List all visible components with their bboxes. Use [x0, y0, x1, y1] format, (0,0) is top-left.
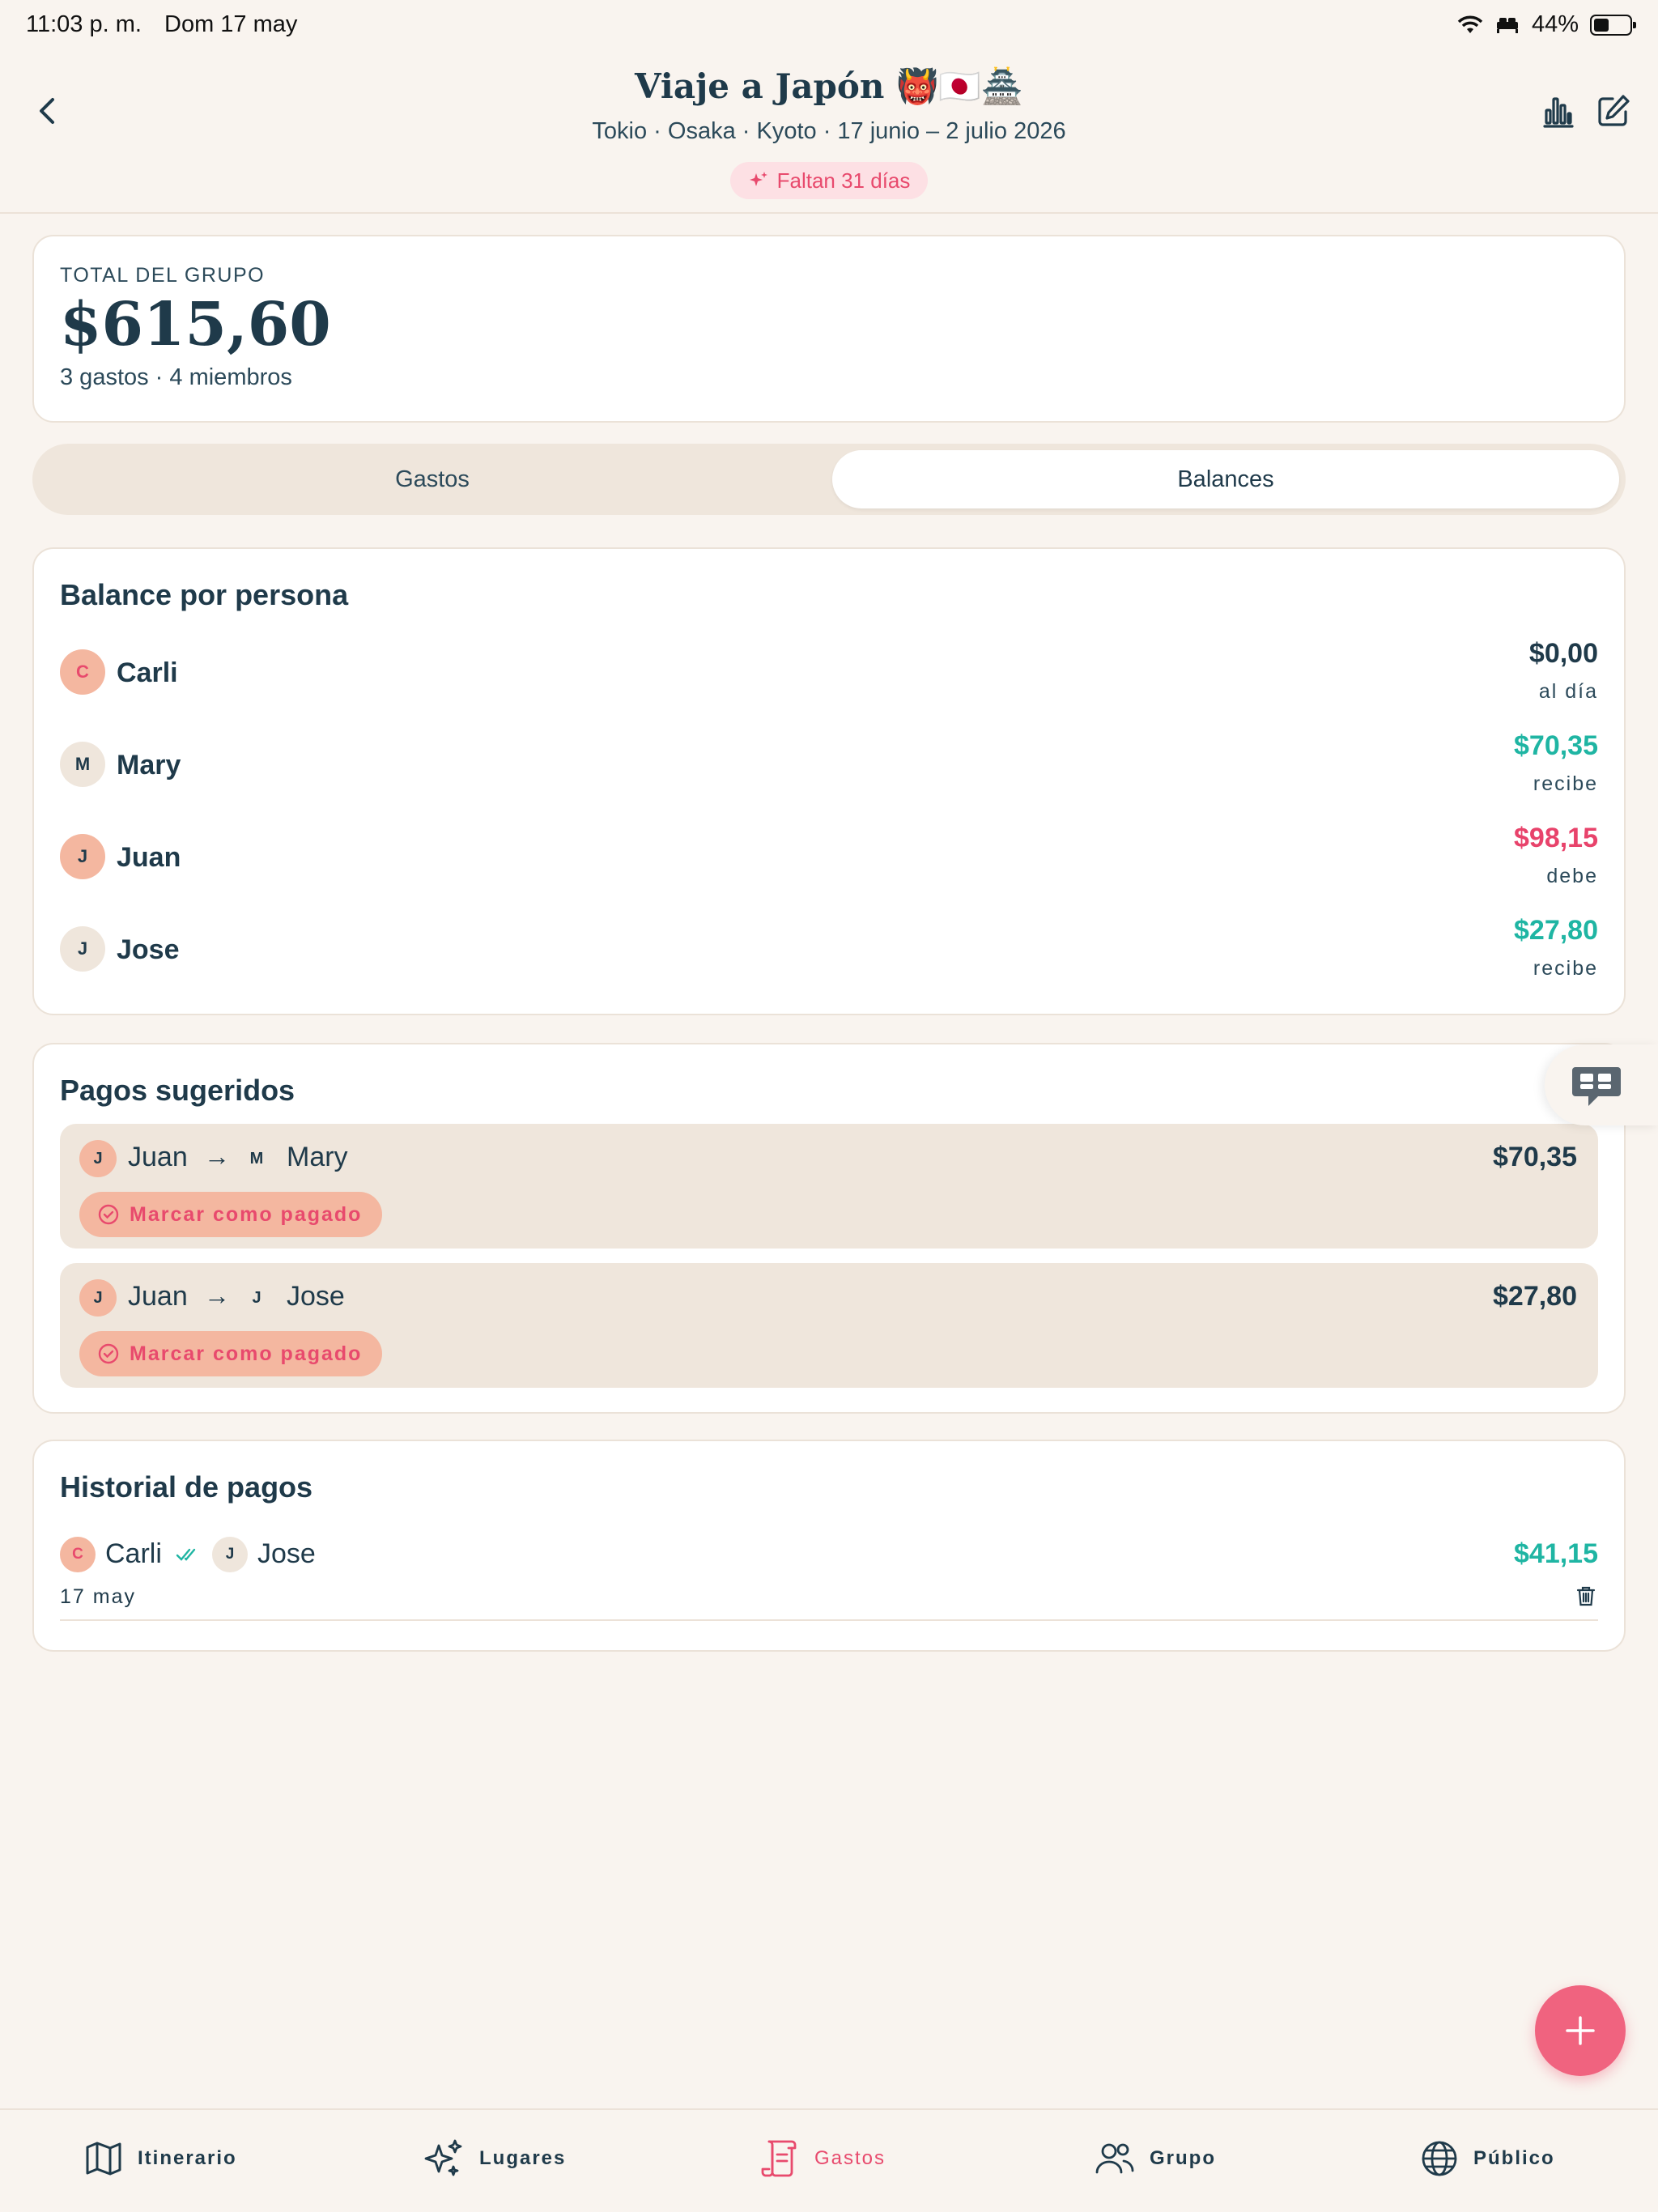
history-amount: $41,15 [1514, 1538, 1598, 1569]
trip-title: Viaje a Japón 👹🇯🇵🏯 [635, 66, 1023, 106]
avatar: J [79, 1140, 117, 1177]
member-name: Juan [117, 842, 181, 873]
balance-row: M Mary $70,35 recibe [60, 730, 1598, 803]
tab-label: Público [1473, 2147, 1555, 2169]
avatar: J [252, 1288, 261, 1307]
globe-icon [1422, 2141, 1457, 2176]
map-icon [86, 2142, 121, 2176]
tab-gastos[interactable]: Gastos [39, 450, 826, 508]
avatar: J [60, 834, 105, 879]
history-title: Historial de pagos [60, 1470, 313, 1504]
mark-paid-button[interactable]: Marcar como pagado [79, 1331, 382, 1376]
suggested-payment: J Juan → M Mary $70,35 Marcar como pagad… [60, 1124, 1598, 1249]
tab-label: Itinerario [138, 2147, 237, 2169]
avatar: M [60, 742, 105, 787]
battery-percent: 44% [1531, 11, 1579, 37]
view-segmented-control: Gastos Balances [32, 444, 1626, 515]
balance-row: J Juan $98,15 debe [60, 823, 1598, 895]
history-date: 17 may [60, 1585, 136, 1608]
tab-label: Gastos [814, 2147, 886, 2169]
double-check-icon [176, 1548, 196, 1561]
member-name: Mary [117, 750, 181, 781]
tab-label: Grupo [1150, 2147, 1216, 2169]
edit-icon[interactable] [1595, 92, 1632, 130]
balance-state: debe [1546, 865, 1598, 887]
mark-paid-button[interactable]: Marcar como pagado [79, 1192, 382, 1237]
payment-amount: $70,35 [1493, 1142, 1577, 1172]
member-name: Jose [117, 934, 180, 965]
tab-label: Lugares [479, 2147, 567, 2169]
sparkles-icon [424, 2139, 462, 2176]
member-name: Carli [117, 657, 178, 688]
trip-header: Viaje a Japón 👹🇯🇵🏯 Tokio · Osaka · Kyoto… [0, 52, 1658, 214]
suggested-payment: J Juan → J Jose $27,80 Marcar como pagad… [60, 1263, 1598, 1388]
chart-icon[interactable] [1540, 92, 1577, 130]
arrow-right-icon: → [204, 1281, 230, 1310]
countdown-badge: Faltan 31 días [730, 162, 928, 199]
avatar: J [60, 926, 105, 972]
mark-paid-label: Marcar como pagado [130, 1202, 363, 1226]
balance-row: C Carli $0,00 al día [60, 638, 1598, 711]
avatar: C [60, 1537, 96, 1572]
payer-name: Carli [105, 1538, 162, 1569]
payer-name: Juan [128, 1281, 188, 1312]
balances-title: Balance por persona [60, 578, 349, 611]
suggested-title: Pagos sugeridos [60, 1074, 295, 1107]
check-circle-icon [98, 1204, 119, 1225]
total-amount: $615,60 [60, 290, 331, 359]
receipt-icon [761, 2140, 797, 2177]
tab-balances[interactable]: Balances [832, 450, 1619, 508]
balance-amount: $70,35 [1514, 730, 1598, 761]
balances-card: Balance por persona C Carli $0,00 al día… [32, 547, 1626, 1015]
tab-publico[interactable]: Público [1420, 2136, 1555, 2181]
tab-grupo[interactable]: Grupo [1095, 2136, 1216, 2181]
balance-state: al día [1538, 680, 1598, 703]
payment-history-card: Historial de pagos C Carli J Jose $41,15… [32, 1440, 1626, 1652]
chat-bubble-icon [1572, 1067, 1621, 1106]
balance-row: J Jose $27,80 recibe [60, 915, 1598, 988]
balance-amount: $98,15 [1514, 823, 1598, 853]
status-left: 11:03 p. m. Dom 17 may [26, 11, 313, 38]
payment-amount: $27,80 [1493, 1281, 1577, 1312]
history-entry: C Carli J Jose $41,15 17 may [60, 1532, 1598, 1621]
status-date: Dom 17 may [164, 11, 298, 37]
total-summary: 3 gastos · 4 miembros [60, 364, 292, 390]
payer-name: Juan [128, 1142, 188, 1172]
tab-lugares[interactable]: Lugares [423, 2136, 566, 2181]
mark-paid-label: Marcar como pagado [130, 1342, 363, 1365]
bed-icon [1496, 17, 1518, 33]
trash-icon[interactable] [1574, 1584, 1598, 1608]
arrow-right-icon: → [204, 1142, 230, 1171]
avatar: C [60, 649, 105, 695]
plus-icon [1566, 2016, 1595, 2045]
balance-state: recibe [1533, 957, 1598, 980]
balance-state: recibe [1533, 772, 1598, 795]
status-bar: 11:03 p. m. Dom 17 may 44% [0, 0, 1658, 52]
wifi-icon [1457, 15, 1483, 33]
bottom-tab-bar: Itinerario Lugares Gastos Grupo Público [0, 2108, 1658, 2212]
total-card: TOTAL DEL GRUPO $615,60 3 gastos · 4 mie… [32, 235, 1626, 423]
payee-name: Jose [257, 1538, 316, 1569]
avatar: J [212, 1537, 248, 1572]
countdown-text: Faltan 31 días [776, 168, 911, 193]
battery-icon [1590, 14, 1636, 36]
payee-name: Mary [287, 1142, 348, 1172]
avatar: J [79, 1279, 117, 1317]
status-time: 11:03 p. m. [26, 11, 142, 37]
check-circle-icon [98, 1343, 119, 1364]
balance-amount: $0,00 [1528, 638, 1598, 669]
add-expense-button[interactable] [1535, 1985, 1626, 2076]
payee-name: Jose [287, 1281, 345, 1312]
trip-subtitle: Tokio · Osaka · Kyoto · 17 junio – 2 jul… [592, 118, 1066, 144]
feedback-button[interactable] [1545, 1044, 1658, 1125]
tab-gastos-nav[interactable]: Gastos [759, 2136, 886, 2181]
avatar: M [249, 1149, 264, 1168]
sparkle-icon [749, 172, 767, 186]
users-icon [1095, 2143, 1134, 2174]
status-right: 44% [1457, 11, 1636, 38]
suggested-payments-card: Pagos sugeridos J Juan → M Mary $70,35 M… [32, 1043, 1626, 1414]
balance-amount: $27,80 [1514, 915, 1598, 946]
tab-itinerario[interactable]: Itinerario [84, 2136, 237, 2181]
total-label: TOTAL DEL GRUPO [60, 264, 266, 287]
